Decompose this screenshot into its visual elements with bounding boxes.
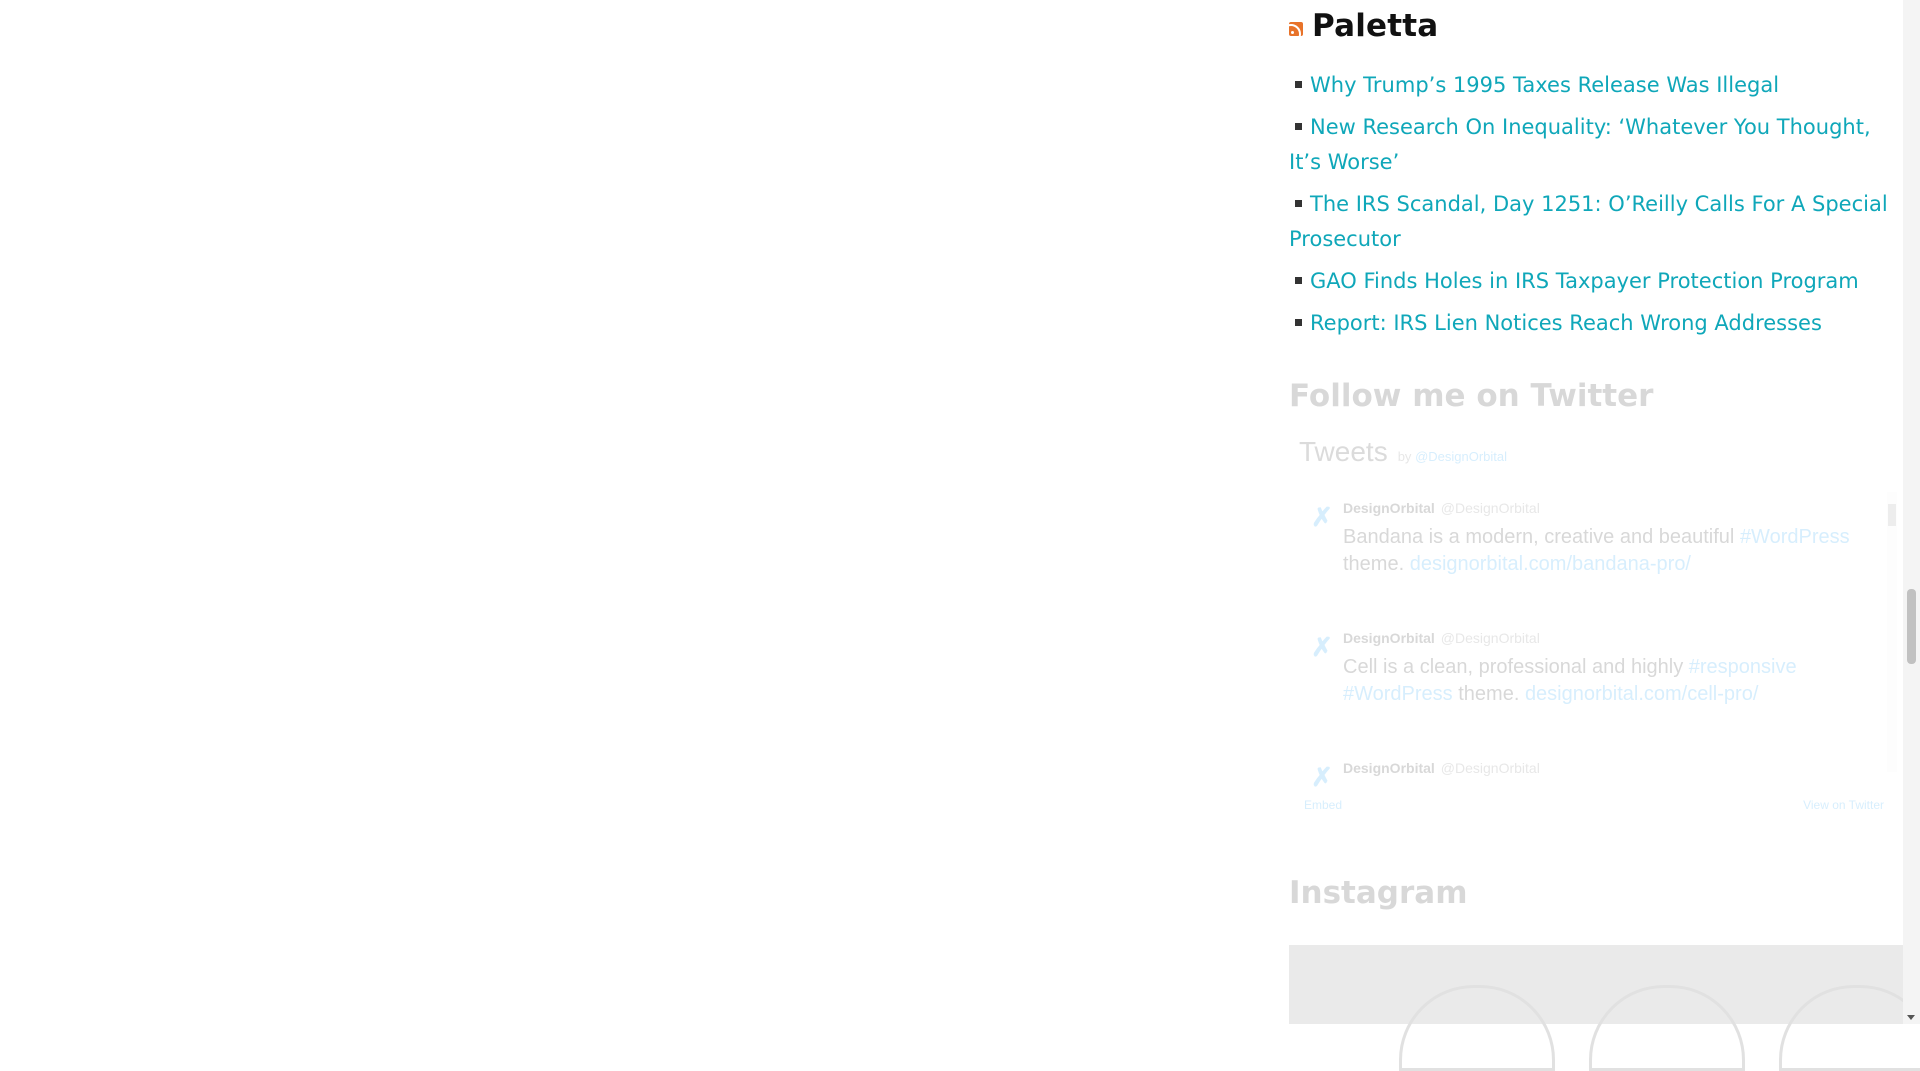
bullet-icon: [1295, 276, 1302, 284]
list-item: Why Trump’s 1995 Taxes Release Was Illeg…: [1289, 68, 1889, 103]
author-handle: @DesignOrbital: [1440, 760, 1540, 776]
tweet: ✗ DesignOrbital @DesignOrbital Cell is a …: [1289, 622, 1889, 747]
timeline-title: Tweets: [1299, 436, 1388, 467]
tweet-text-part: theme.: [1343, 553, 1410, 575]
tweet-text-part: theme.: [1452, 683, 1525, 705]
tweet: ✗ DesignOrbital @DesignOrbital Bandana is…: [1289, 492, 1889, 617]
bullet-icon: [1295, 80, 1302, 88]
author-name: DesignOrbital: [1343, 500, 1435, 516]
rss-item-link[interactable]: Why Trump’s 1995 Taxes Release Was Illeg…: [1310, 73, 1779, 97]
bullet-icon: [1295, 199, 1302, 207]
rss-icon[interactable]: [1289, 22, 1303, 36]
avatar[interactable]: ✗: [1309, 634, 1335, 660]
hashtag-link[interactable]: #responsive: [1689, 656, 1797, 678]
list-item: New Research On Inequality: ‘Whatever Yo…: [1289, 110, 1889, 180]
avatar[interactable]: ✗: [1309, 504, 1335, 530]
instagram-widget-heading: Instagram: [1289, 875, 1468, 911]
page-scrollbar-thumb[interactable]: [1907, 589, 1916, 664]
twitter-timeline: Tweets by @DesignOrbital ✗ DesignOrbital…: [1289, 436, 1903, 821]
list-item: The IRS Scandal, Day 1251: O’Reilly Call…: [1289, 187, 1889, 257]
by-prefix: by: [1397, 449, 1412, 464]
rss-item-link[interactable]: The IRS Scandal, Day 1251: O’Reilly Call…: [1289, 192, 1888, 251]
view-on-twitter-link[interactable]: View on Twitter: [1803, 798, 1884, 812]
list-item: Report: IRS Lien Notices Reach Wrong Add…: [1289, 306, 1889, 341]
tweet-author[interactable]: DesignOrbital @DesignOrbital: [1343, 500, 1540, 516]
twitter-widget-heading: Follow me on Twitter: [1289, 378, 1654, 414]
scroll-down-arrow-icon[interactable]: [1907, 1015, 1915, 1020]
author-handle: @DesignOrbital: [1440, 500, 1540, 516]
tweet-text: Bandana is a modern, creative and beauti…: [1343, 524, 1883, 578]
author-name: DesignOrbital: [1343, 630, 1435, 646]
photo-arch-shape: [1779, 985, 1920, 1071]
timeline-footer: Embed View on Twitter: [1304, 798, 1884, 812]
instagram-photo[interactable]: [1289, 945, 1920, 1071]
rss-title-text[interactable]: Paletta: [1312, 8, 1438, 44]
embed-link[interactable]: Embed: [1304, 798, 1342, 812]
tweet-text: Cell is a clean, professional and highly…: [1343, 654, 1883, 708]
sidebar: Paletta Why Trump’s 1995 Taxes Release W…: [1289, 0, 1920, 1071]
timeline-handle-link[interactable]: @DesignOrbital: [1415, 449, 1507, 464]
tweet: ✗ DesignOrbital @DesignOrbital: [1289, 752, 1889, 792]
rss-item-link[interactable]: GAO Finds Holes in IRS Taxpayer Protecti…: [1310, 269, 1859, 293]
rss-item-link[interactable]: Report: IRS Lien Notices Reach Wrong Add…: [1310, 311, 1822, 335]
bullet-icon: [1295, 318, 1302, 326]
page-scrollbar[interactable]: [1903, 0, 1920, 1024]
hashtag-link[interactable]: #WordPress: [1343, 683, 1453, 705]
photo-arch-shape: [1589, 985, 1745, 1071]
tweet-url-link[interactable]: designorbital.com/bandana-pro/: [1410, 553, 1691, 575]
timeline-scrollbar-thumb[interactable]: [1888, 504, 1896, 526]
photo-arch-shape: [1399, 985, 1555, 1071]
author-name: DesignOrbital: [1343, 760, 1435, 776]
rss-item-link[interactable]: New Research On Inequality: ‘Whatever Yo…: [1289, 115, 1871, 174]
hashtag-link[interactable]: #WordPress: [1740, 526, 1850, 548]
rss-widget-title: Paletta: [1289, 6, 1438, 46]
tweet-url-link[interactable]: designorbital.com/cell-pro/: [1525, 683, 1758, 705]
list-item: GAO Finds Holes in IRS Taxpayer Protecti…: [1289, 264, 1889, 299]
tweet-author[interactable]: DesignOrbital @DesignOrbital: [1343, 760, 1540, 776]
tweet-text-part: Cell is a clean, professional and highly: [1343, 656, 1689, 678]
bullet-icon: [1295, 122, 1302, 130]
timeline-header: Tweets by @DesignOrbital: [1299, 436, 1507, 476]
rss-feed-list: Why Trump’s 1995 Taxes Release Was Illeg…: [1289, 68, 1889, 348]
timeline-by: by @DesignOrbital: [1398, 449, 1507, 464]
timeline-scrollbar[interactable]: [1887, 492, 1897, 772]
author-handle: @DesignOrbital: [1440, 630, 1540, 646]
tweet-author[interactable]: DesignOrbital @DesignOrbital: [1343, 630, 1540, 646]
avatar[interactable]: ✗: [1309, 764, 1335, 790]
tweet-text-part: Bandana is a modern, creative and beauti…: [1343, 526, 1740, 548]
